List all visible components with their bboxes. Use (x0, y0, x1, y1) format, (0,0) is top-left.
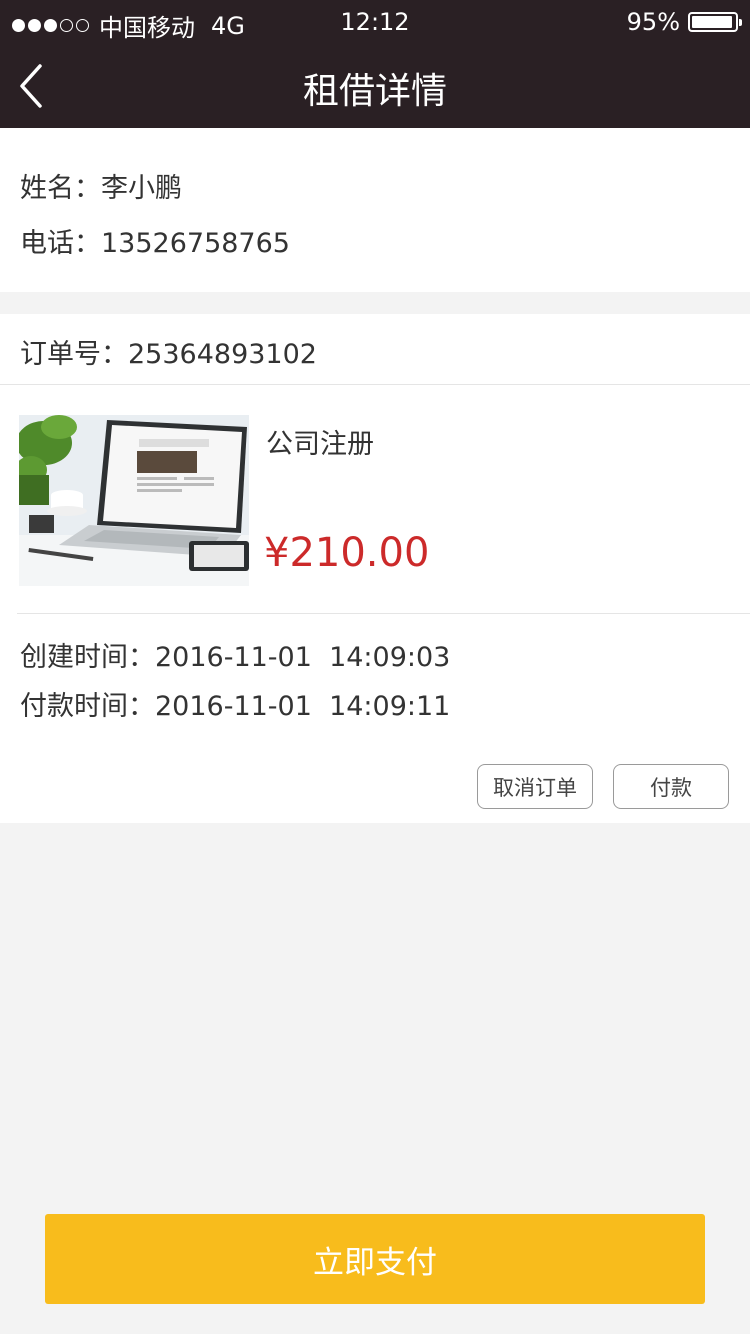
created-time-value: 2016-11-01 14:09:03 (155, 642, 451, 673)
order-number-value: 25364893102 (128, 339, 317, 370)
page-title: 租借详情 (302, 71, 447, 112)
phone-value: 13526758765 (101, 228, 290, 259)
name-value: 李小鹏 (101, 173, 182, 204)
battery-icon (688, 12, 742, 32)
name-row: 姓名：李小鹏 (20, 166, 182, 205)
pay-button[interactable]: 付款 (613, 764, 729, 809)
cancel-order-button[interactable]: 取消订单 (477, 764, 593, 809)
battery-fill (692, 16, 732, 28)
name-label: 姓名： (20, 173, 101, 204)
product-price: ¥210.00 (264, 530, 430, 576)
order-number-label: 订单号： (20, 339, 128, 370)
order-number-row: 订单号：25364893102 (20, 332, 317, 371)
product-name[interactable]: 公司注册 (266, 422, 374, 461)
paid-time-value: 2016-11-01 14:09:11 (155, 691, 451, 722)
phone-label: 电话： (20, 228, 101, 259)
divider (0, 384, 750, 385)
pay-now-button[interactable]: 立即支付 (45, 1214, 705, 1304)
status-bar: 中国移动 4G 12:12 95% (0, 0, 750, 44)
paid-time-label: 付款时间： (20, 691, 155, 722)
divider (17, 613, 750, 614)
order-card: 订单号：25364893102 公司注册 ¥210.00 创建时间：2016-1… (0, 314, 750, 823)
created-time-row: 创建时间：2016-11-01 14:09:03 (20, 635, 450, 674)
battery-percent: 95% (626, 8, 680, 36)
phone-row: 电话：13526758765 (20, 221, 290, 260)
laptop-image (19, 415, 249, 586)
created-time-label: 创建时间： (20, 642, 155, 673)
nav-bar: 租借详情 (0, 44, 750, 128)
status-right: 95% (626, 8, 742, 36)
user-info-card: 姓名：李小鹏 电话：13526758765 (0, 128, 750, 292)
paid-time-row: 付款时间：2016-11-01 14:09:11 (20, 684, 450, 723)
product-thumbnail[interactable] (19, 415, 249, 586)
